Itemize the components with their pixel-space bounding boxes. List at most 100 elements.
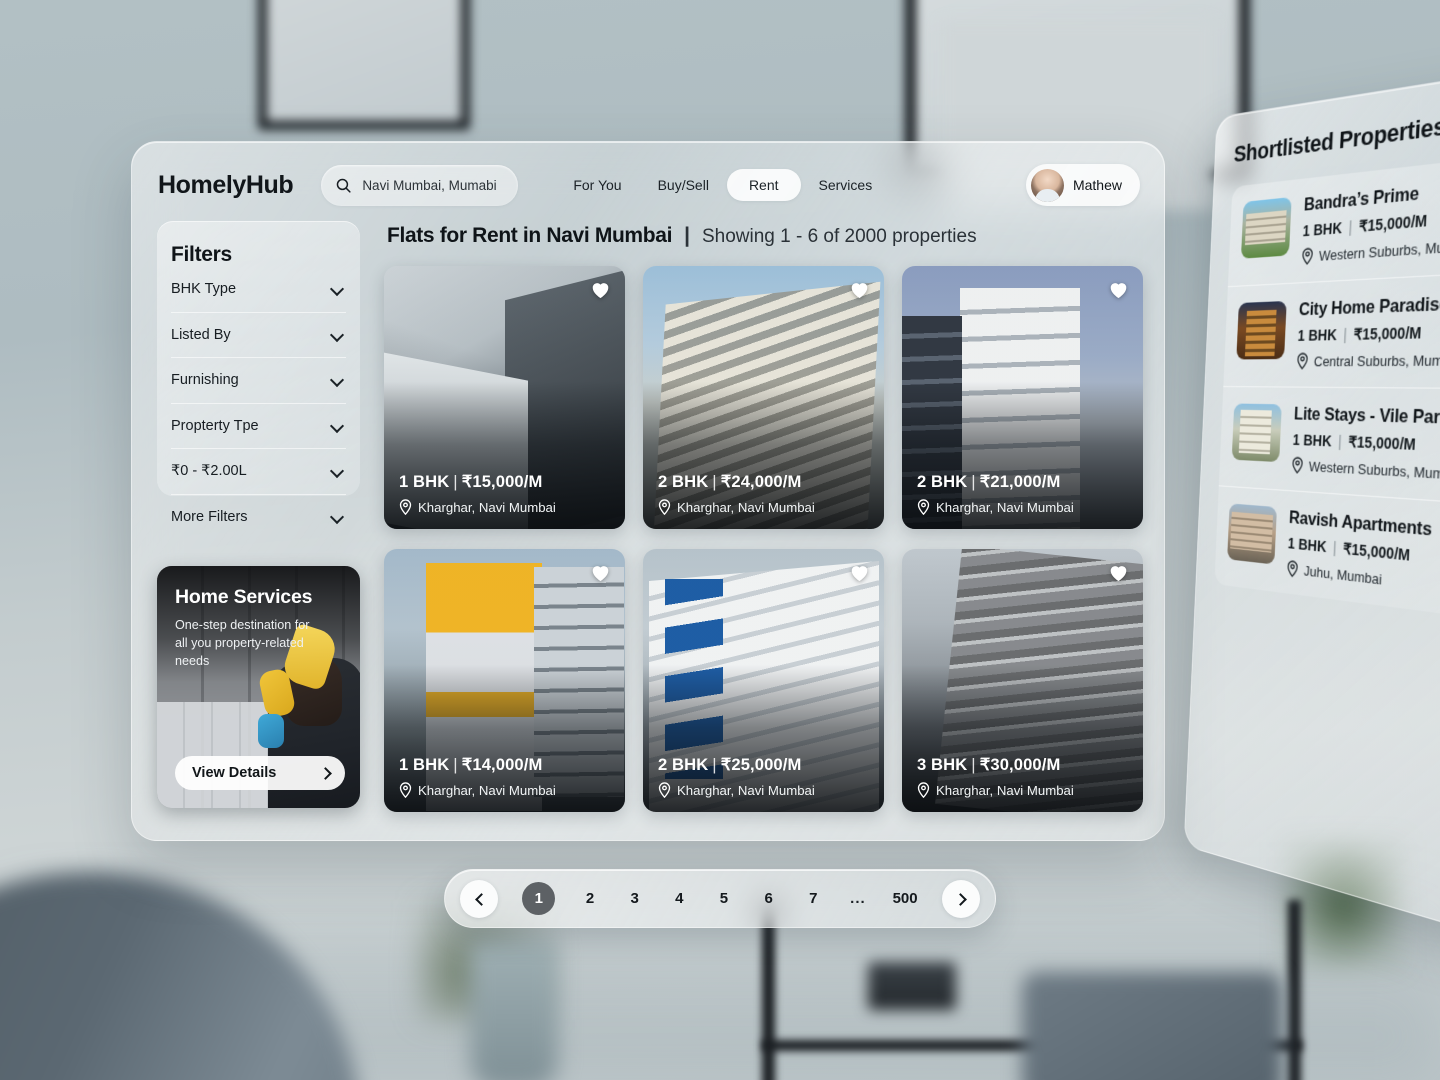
list-item[interactable]: City Home Paradise 1 BHK | ₹15,000/M Centr… — [1223, 271, 1440, 390]
filter-furnishing[interactable]: Furnishing — [171, 358, 346, 404]
shortlist-bhk: 1 BHK — [1297, 325, 1338, 345]
chevron-down-icon — [331, 420, 343, 432]
pagination-page-2[interactable]: 2 — [580, 890, 600, 907]
chevron-down-icon — [331, 511, 343, 523]
favorite-heart-icon[interactable] — [590, 563, 611, 582]
property-price-line: 1 BHK | ₹15,000/M — [399, 472, 613, 492]
favorite-heart-icon[interactable] — [1108, 563, 1129, 582]
chevron-right-icon — [956, 894, 966, 904]
nav-item-rent[interactable]: Rent — [726, 169, 801, 201]
filters-panel: Filters BHK Type Listed By Furnishing Pr… — [157, 221, 360, 525]
filter-listed-by[interactable]: Listed By — [171, 313, 346, 358]
property-price-line: 2 BHK | ₹25,000/M — [658, 755, 872, 775]
property-card[interactable]: 2 BHK | ₹24,000/M Kharghar, Navi Mumbai — [643, 266, 884, 529]
location-pin-icon — [1296, 352, 1309, 369]
pagination-prev-button[interactable] — [460, 879, 498, 918]
shortlist-name: Bandra’s Prime — [1303, 183, 1420, 215]
user-menu[interactable]: Mathew — [1025, 164, 1140, 206]
meta-separator: | — [453, 755, 458, 774]
property-card[interactable]: 1 BHK | ₹15,000/M Kharghar, Navi Mumbai — [384, 266, 625, 529]
filter-label: Propterty Tpe — [171, 417, 259, 434]
shortlist-info: City Home Paradise 1 BHK | ₹15,000/M Centr… — [1296, 293, 1440, 369]
shortlist-location-row: Western Suburbs, Mumbai — [1291, 456, 1440, 483]
property-price: ₹30,000/M — [979, 755, 1061, 774]
chevron-down-icon — [331, 374, 343, 386]
title-separator: | — [684, 224, 690, 247]
property-price-line: 2 BHK | ₹21,000/M — [917, 472, 1131, 492]
pagination-page-1[interactable]: 1 — [522, 882, 556, 915]
user-name: Mathew — [1072, 177, 1122, 193]
property-card[interactable]: 2 BHK | ₹25,000/M Kharghar, Navi Mumbai — [643, 549, 884, 812]
app-logo[interactable]: HomelyHub — [158, 171, 294, 200]
favorite-heart-icon[interactable] — [849, 563, 870, 582]
list-item[interactable]: Bandra’s Prime 1 BHK | ₹15,000/M Western S… — [1227, 152, 1440, 288]
shortlist-info: Ravish Apartments 1 BHK | ₹15,000/M Juhu, … — [1286, 508, 1432, 593]
property-location: Kharghar, Navi Mumbai — [936, 782, 1074, 798]
shortlist-bhk: 1 BHK — [1287, 534, 1327, 556]
property-meta: 2 BHK | ₹25,000/M Kharghar, Navi Mumbai — [658, 755, 872, 798]
filter-property-type[interactable]: Propterty Tpe — [171, 404, 346, 449]
favorite-heart-icon[interactable] — [1108, 280, 1129, 299]
property-bhk: 1 BHK — [399, 755, 450, 774]
property-grid: 1 BHK|₹15,000/M Kharghar, Navi Mumbai — [384, 266, 1143, 812]
property-meta: 2 BHK | ₹24,000/M Kharghar, Navi Mumbai — [658, 472, 872, 515]
property-meta: 3 BHK | ₹30,000/M Kharghar, Navi Mumbai — [917, 755, 1131, 798]
pagination-numbers: 1 2 3 4 5 6 7 ... 500 — [498, 882, 942, 915]
location-pin-icon — [1286, 560, 1299, 578]
location-pin-icon — [917, 499, 930, 515]
filter-bhk-type[interactable]: BHK Type — [171, 267, 346, 313]
chevron-right-icon — [320, 768, 331, 779]
pagination-page-4[interactable]: 4 — [669, 890, 689, 907]
search-input[interactable]: Navi Mumbai, Mumabi — [321, 164, 519, 206]
property-price-line: 2 BHK | ₹24,000/M — [658, 472, 872, 492]
property-price: ₹14,000/M — [461, 755, 543, 774]
meta-separator: | — [1343, 325, 1348, 344]
location-pin-icon — [1301, 247, 1314, 265]
view-details-button[interactable]: View Details — [175, 756, 345, 790]
view-details-label: View Details — [192, 765, 277, 781]
meta-separator: | — [1348, 218, 1353, 236]
filter-price-range[interactable]: ₹0 - ₹2.00L — [171, 449, 346, 495]
filter-label: Furnishing — [171, 372, 239, 389]
property-bhk: 2 BHK — [658, 755, 709, 774]
top-navigation-bar: HomelyHub Navi Mumbai, Mumabi For You Bu… — [132, 142, 1164, 228]
pagination-page-500[interactable]: 500 — [893, 890, 918, 907]
property-location: Kharghar, Navi Mumbai — [677, 499, 815, 515]
property-price: ₹24,000/M — [720, 472, 802, 491]
pagination-page-7[interactable]: 7 — [803, 890, 823, 907]
property-location-row: Kharghar, Navi Mumbai — [658, 782, 872, 798]
property-card[interactable]: 2 BHK | ₹21,000/M Kharghar, Navi Mumbai — [902, 266, 1143, 529]
nav-item-buy-sell[interactable]: Buy/Sell — [640, 169, 727, 201]
nav-item-services[interactable]: Services — [801, 169, 891, 201]
filter-more-filters[interactable]: More Filters — [171, 495, 346, 541]
property-card[interactable]: 1 BHK | ₹14,000/M Kharghar, Navi Mumbai — [384, 549, 625, 812]
favorite-heart-icon[interactable] — [849, 280, 870, 299]
pagination-page-5[interactable]: 5 — [714, 890, 734, 907]
list-item[interactable]: Ravish Apartments 1 BHK | ₹15,000/M Juhu, … — [1214, 486, 1440, 621]
shortlist-price-line: 1 BHK | ₹15,000/M — [1292, 431, 1440, 457]
shortlist-location: Western Suburbs, Mumbai — [1318, 235, 1440, 264]
property-meta: 1 BHK | ₹14,000/M Kharghar, Navi Mumbai — [399, 755, 613, 798]
shortlist-location: Central Suburbs, Mumbai — [1313, 351, 1440, 369]
pagination-page-6[interactable]: 6 — [759, 890, 779, 907]
pagination-page-3[interactable]: 3 — [625, 890, 645, 907]
shortlist-price: ₹15,000/M — [1358, 211, 1428, 236]
home-services-promo-card[interactable]: Home Services One-step destination for a… — [157, 566, 360, 808]
pagination-next-button[interactable] — [942, 879, 980, 918]
favorite-heart-icon[interactable] — [590, 280, 611, 299]
shortlist-name: City Home Paradise — [1298, 293, 1440, 320]
shortlist-bhk: 1 BHK — [1292, 431, 1332, 450]
results-header: Flats for Rent in Navi Mumbai | Showing … — [387, 224, 977, 248]
location-pin-icon — [399, 782, 412, 798]
shortlisted-properties-panel-wrapper: Shortlisted Properties Bandra’s Prime 1 … — [1183, 64, 1440, 939]
filter-label: ₹0 - ₹2.00L — [171, 463, 247, 480]
app-window: HomelyHub Navi Mumbai, Mumabi For You Bu… — [131, 141, 1165, 841]
shortlist-thumbnail — [1240, 196, 1292, 259]
property-bhk: 2 BHK — [658, 472, 709, 491]
property-price: ₹25,000/M — [720, 755, 802, 774]
property-location: Kharghar, Navi Mumbai — [936, 499, 1074, 515]
property-bhk: 1 BHK — [399, 472, 450, 491]
search-value: Navi Mumbai, Mumabi — [362, 177, 497, 193]
property-card[interactable]: 3 BHK | ₹30,000/M Kharghar, Navi Mumbai — [902, 549, 1143, 812]
nav-item-for-you[interactable]: For You — [555, 169, 639, 201]
